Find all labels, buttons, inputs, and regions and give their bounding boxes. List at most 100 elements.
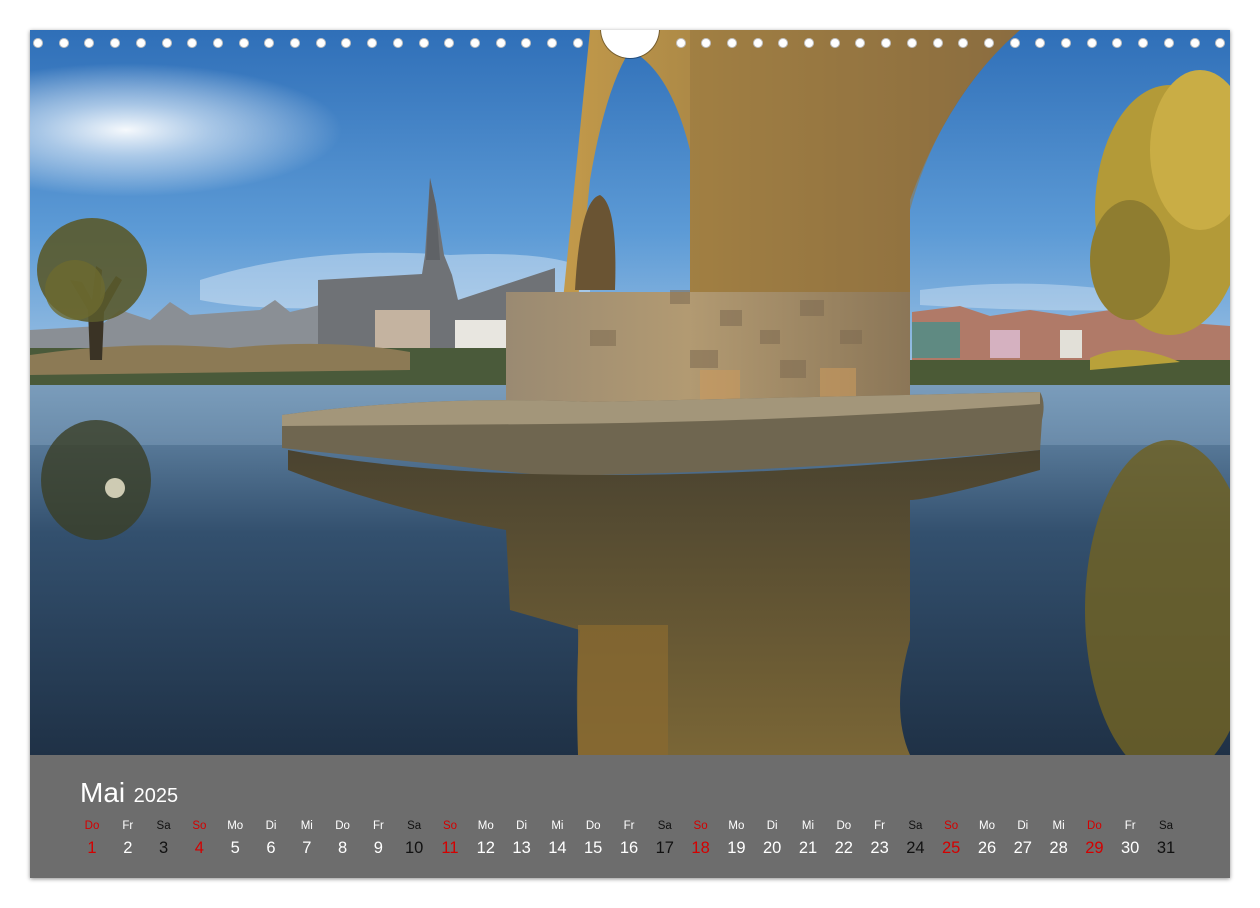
day-number: 23 <box>870 839 889 857</box>
day-number: 7 <box>302 839 312 857</box>
day-number: 5 <box>230 839 240 857</box>
binding-hole <box>1035 38 1046 48</box>
day-cell: So 4 <box>183 817 215 861</box>
day-cell: Sa 24 <box>899 817 931 861</box>
day-number: 21 <box>798 839 818 857</box>
weekday-label: Di <box>1017 820 1029 832</box>
binding-hole <box>829 38 840 48</box>
day-number: 28 <box>1049 839 1068 857</box>
binding-hole <box>726 38 737 48</box>
day-number: 17 <box>655 839 674 857</box>
day-number: 16 <box>619 839 639 857</box>
day-number: 24 <box>906 839 925 857</box>
binding-hole <box>932 38 943 48</box>
day-number: 4 <box>194 839 204 857</box>
day-cell: Mi 7 <box>291 817 323 861</box>
binding-hole <box>881 38 892 48</box>
weekday-label: So <box>442 820 458 832</box>
day-number: 27 <box>1013 839 1032 857</box>
day-cell: Di 20 <box>756 817 788 861</box>
day-number: 8 <box>338 839 348 857</box>
binding-hole <box>58 38 69 48</box>
binding-hole <box>84 38 95 48</box>
binding-hole <box>290 38 300 48</box>
binding-hole <box>469 38 480 48</box>
binding-hole <box>315 38 326 48</box>
binding-hole <box>495 38 506 48</box>
weekday-label: Mo <box>728 820 745 832</box>
day-number: 2 <box>123 839 133 857</box>
binding-hole <box>572 38 583 48</box>
binding-hole <box>983 38 994 48</box>
day-cell: Fr 30 <box>1114 817 1146 861</box>
month-title: Mai 2025 <box>80 777 178 809</box>
weekday-label: Do <box>1087 820 1102 832</box>
binding-hole <box>804 38 814 48</box>
month-name: Mai <box>80 777 126 808</box>
weekday-label: Di <box>516 820 528 832</box>
binding-hole <box>1009 38 1020 48</box>
weekday-label: Do <box>335 820 350 832</box>
day-cell: So 11 <box>434 817 466 861</box>
binding-hole <box>341 38 352 48</box>
binding-hole <box>855 38 866 48</box>
weekday-label: Sa <box>407 820 422 832</box>
weekday-label: Sa <box>657 820 672 832</box>
calendar-page: Mai 2025 Do 1 Fr 2 Sa 3 So 4 Mo 5 Di 6 Mi 7 Do 8 Fr 9 Sa 10… <box>30 30 1230 878</box>
day-cell: Do 1 <box>76 817 108 861</box>
day-number: 12 <box>476 839 495 857</box>
day-cell: Sa 3 <box>148 817 180 861</box>
binding-hole <box>1086 38 1097 48</box>
year: 2025 <box>133 785 179 807</box>
binding-hole <box>392 38 403 48</box>
weekday-label: So <box>944 820 959 832</box>
day-cell: Di 13 <box>506 817 538 861</box>
day-cell: So 18 <box>685 817 717 861</box>
day-cell: Mi 14 <box>541 817 573 861</box>
day-number: 6 <box>266 839 276 857</box>
day-cell: Sa 10 <box>398 817 430 861</box>
weekday-label: Fr <box>122 820 134 832</box>
binding-hole <box>1061 38 1071 48</box>
binding-hole <box>367 38 378 48</box>
day-number: 1 <box>87 839 97 857</box>
binding-hole <box>161 38 172 48</box>
binding-hole <box>238 38 249 48</box>
day-number: 29 <box>1085 839 1104 857</box>
weekday-label: Mi <box>551 820 564 832</box>
binding-hole <box>1112 38 1123 48</box>
binding-hole <box>1189 38 1200 48</box>
binding-hole <box>778 38 789 48</box>
binding-hole <box>187 38 198 48</box>
weekday-label: Mi <box>801 820 815 832</box>
binding-hole <box>1215 38 1226 48</box>
binding-hole <box>958 38 969 48</box>
weekday-label: Fr <box>874 820 886 832</box>
binding-hole <box>135 38 146 48</box>
day-cell: Fr 16 <box>613 817 645 861</box>
weekday-label: Mi <box>1052 820 1065 832</box>
day-cell: Fr 23 <box>864 817 896 861</box>
binding-hole <box>675 38 686 48</box>
weekday-label: Fr <box>372 820 384 832</box>
day-cell: Do 29 <box>1078 817 1110 861</box>
day-row: Do 1 Fr 2 Sa 3 So 4 Mo 5 Di 6 Mi 7 Do 8 Fr 9 Sa 10 So 11 Mo 12 D… <box>76 817 1200 867</box>
day-number: 26 <box>977 839 997 857</box>
weekday-label: Mo <box>227 820 244 832</box>
binding-hole <box>1163 38 1174 48</box>
day-cell: Mi 21 <box>792 817 824 861</box>
weekday-label: Di <box>265 820 277 832</box>
day-cell: Di 27 <box>1007 817 1039 861</box>
weekday-label: Sa <box>908 820 923 832</box>
weekday-label: Sa <box>156 820 171 832</box>
binding-hole <box>212 38 223 48</box>
binding-hole <box>701 38 712 48</box>
weekday-label: Mo <box>979 820 995 832</box>
day-number: 13 <box>512 839 531 857</box>
weekday-label: Fr <box>623 820 635 832</box>
day-number: 18 <box>691 839 710 857</box>
day-number: 19 <box>727 839 746 857</box>
weekday-label: Fr <box>1124 820 1136 832</box>
weekday-label: So <box>192 820 207 832</box>
weekday-label: Di <box>766 820 778 832</box>
